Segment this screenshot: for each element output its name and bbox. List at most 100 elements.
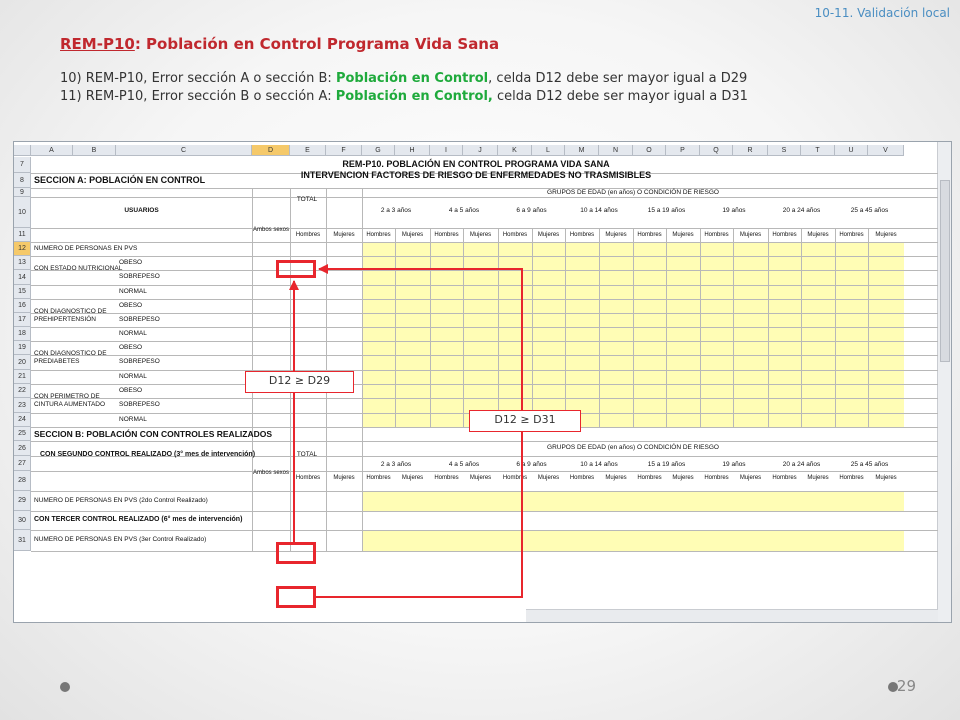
page-number: 29 (896, 677, 916, 695)
row-group-label: CON ESTADO NUTRICIONAL (34, 265, 123, 272)
sex-header-mujeres: Mujeres (469, 232, 492, 238)
age-group-header: 2 a 3 años (380, 207, 412, 214)
row-sub-label: NORMAL (119, 416, 147, 423)
tercer-control-label: CON TERCER CONTROL REALIZADO (6° mes de … (34, 516, 243, 523)
grid-col-line (565, 228, 566, 427)
age-group-header: 6 a 9 años (516, 207, 547, 214)
column-header: I (430, 145, 463, 156)
row-header: 26 (14, 441, 31, 456)
age-group-header: 4 a 5 años (448, 207, 480, 214)
sex-header-b-mujeres: Mujeres (807, 475, 829, 481)
age-group-header-b: 10 a 14 años (580, 461, 618, 468)
row-header: 17 (14, 313, 31, 327)
sex-header-hombres: Hombres (569, 232, 595, 238)
sex-header-hombres: Hombres (502, 232, 528, 238)
scroll-thumb[interactable] (940, 180, 950, 362)
sex-header-b-mujeres: Mujeres (672, 475, 694, 481)
sex-header-b-hombres: Hombres (637, 475, 662, 481)
column-header: G (362, 145, 395, 156)
row-header: 31 (14, 530, 31, 551)
column-header: D (252, 145, 290, 156)
grid-row-line (31, 471, 938, 472)
column-header: L (532, 145, 565, 156)
row-sub-label: NORMAL (119, 330, 147, 337)
grid-col-line (835, 228, 836, 427)
grid-col-line (290, 188, 291, 551)
yellow-input-area (362, 491, 904, 511)
sex-header-b-hombres: Hombres (434, 475, 459, 481)
row-label-3er-control: NUMERO DE PERSONAS EN PVS (3er Control R… (34, 536, 207, 543)
sex-header-b-mujeres: Mujeres (469, 475, 492, 481)
column-header: P (666, 145, 700, 156)
column-header: H (395, 145, 430, 156)
row-label-2do-control: NUMERO DE PERSONAS EN PVS (2do Control R… (34, 497, 208, 504)
age-group-header-b: 4 a 5 años (448, 461, 480, 468)
column-header: S (768, 145, 801, 156)
row-header: 29 (14, 491, 31, 511)
grid-row-line (31, 197, 938, 198)
vertical-scrollbar[interactable] (937, 142, 951, 622)
column-header: U (835, 145, 868, 156)
horizontal-scrollbar[interactable] (526, 609, 938, 622)
sex-header-b-hombres: Hombres (295, 475, 321, 481)
bullet-dot-left (60, 682, 70, 692)
age-group-header-b: 2 a 3 años (380, 461, 412, 468)
sex-header-hombres: Hombres (637, 232, 662, 238)
row-header: 12 (14, 242, 31, 256)
rule-highlight: Población en Control, (335, 89, 493, 104)
rule-text-end: celda D12 debe ser mayor igual a D31 (492, 89, 748, 104)
row-sub-label: SOBREPESO (119, 358, 160, 365)
grid-row-line (31, 530, 938, 531)
row-sub-label: SOBREPESO (119, 401, 160, 408)
column-header: T (801, 145, 835, 156)
total-header: TOTAL (296, 196, 318, 203)
sex-header-mujeres: Mujeres (875, 232, 897, 238)
sex-header-mujeres: Mujeres (672, 232, 694, 238)
section-a-header: SECCION A: POBLACIÓN EN CONTROL (34, 175, 206, 185)
grid-row-line (31, 511, 938, 512)
age-group-header: 25 a 45 años (850, 207, 889, 214)
grupos-header: GRUPOS DE EDAD (en años) O CONDICIÓN DE … (547, 189, 719, 196)
age-group-header-b: 19 años (722, 461, 746, 468)
column-header: O (633, 145, 666, 156)
sex-header-hombres: Hombres (295, 232, 321, 238)
row-header: 15 (14, 285, 31, 299)
section-b-header: SECCION B: POBLACIÓN CON CONTROLES REALI… (34, 429, 273, 439)
row-sub-label: SOBREPESO (119, 273, 160, 280)
column-header: K (498, 145, 532, 156)
column-header: R (733, 145, 768, 156)
total-header-b: TOTAL (296, 451, 318, 458)
title-rest: : Población en Control Programa Vida San… (134, 35, 500, 53)
grid-col-line (801, 228, 802, 427)
column-header: F (326, 145, 362, 156)
title-code: REM-P10 (60, 35, 135, 53)
sex-header-b-hombres: Hombres (502, 475, 528, 481)
sex-header-b-mujeres: Mujeres (875, 475, 897, 481)
grid-col-line (666, 228, 667, 427)
row-header: 16 (14, 299, 31, 313)
column-header: B (73, 145, 116, 156)
row-sub-label: NORMAL (119, 288, 147, 295)
corner-cell (14, 145, 31, 156)
rule-highlight: Población en Control (335, 71, 489, 86)
ambos-sexos-header: Ambos sexos (252, 470, 289, 476)
row-header: 20 (14, 355, 31, 370)
spreadsheet-screenshot: A B C D E F G H I J K L M N O P Q R S T U V 7 8 9 10 11 12 13 14 15 16 1… (13, 141, 952, 623)
grid-col-line (599, 228, 600, 427)
slide-title: REM-P10: Población en Control Programa V… (60, 35, 499, 53)
cell-d29-highlight (276, 542, 316, 564)
rule-11: 11) REM-P10, Error sección B o sección A… (60, 88, 748, 106)
rule-text: REM-P10, Error sección B o sección A: (85, 89, 336, 104)
age-group-header: 19 años (722, 207, 746, 214)
segundo-control-label: CON SEGUNDO CONTROL REALIZADO (3° mes de… (40, 451, 256, 458)
age-group-header-b: 6 a 9 años (516, 461, 547, 468)
grid-col-line (868, 228, 869, 427)
grid-col-line (252, 188, 253, 551)
row-header: 22 (14, 384, 31, 398)
sex-header-b-hombres: Hombres (772, 475, 797, 481)
sex-header-hombres: Hombres (704, 232, 729, 238)
column-header: N (599, 145, 633, 156)
row-group-label: CON DIAGNOSTICO DE PREDIABETES (34, 350, 107, 365)
cell-d31-highlight (276, 586, 316, 608)
grid-col-line (633, 228, 634, 427)
